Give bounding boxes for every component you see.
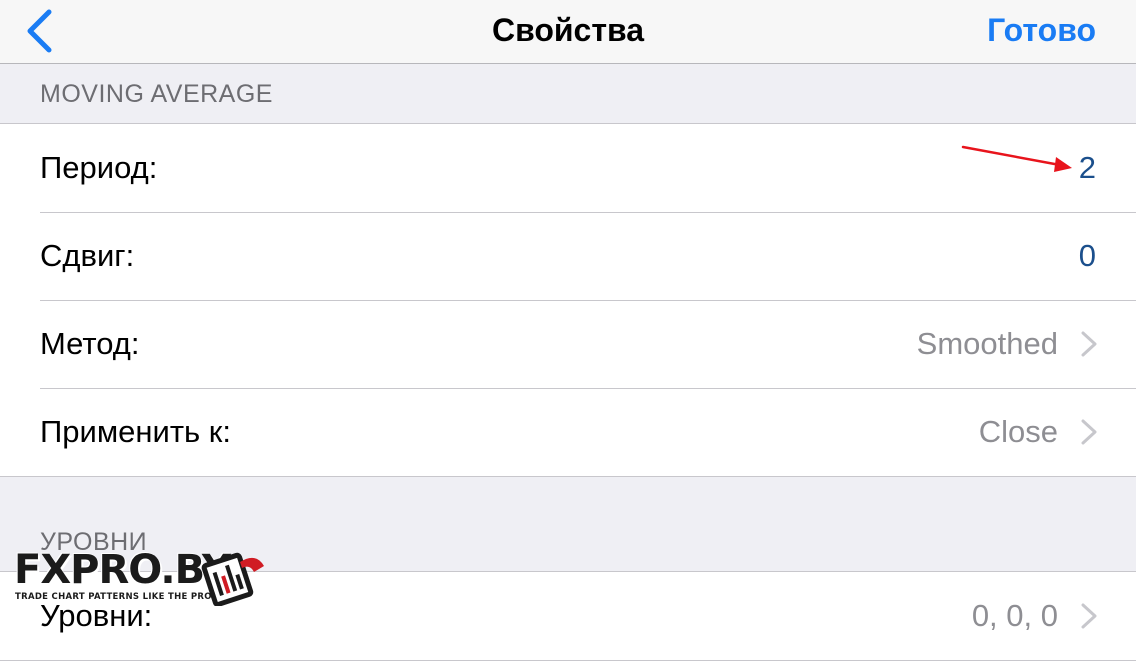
- chevron-right-icon: [1081, 419, 1097, 445]
- method-value: Smoothed: [916, 326, 1058, 361]
- levels-value: 0, 0, 0: [971, 598, 1058, 633]
- page-title: Свойства: [491, 12, 645, 48]
- shift-value[interactable]: 0: [1079, 212, 1096, 300]
- row-label: Период:: [40, 150, 158, 185]
- levels-group: Уровни: 0, 0, 0: [0, 571, 1136, 661]
- row-label: Уровни:: [40, 598, 153, 633]
- row-label: Применить к:: [40, 414, 231, 449]
- row-method[interactable]: Метод: Smoothed: [0, 300, 1136, 388]
- period-value[interactable]: 2: [1079, 124, 1096, 212]
- back-button[interactable]: [14, 6, 64, 56]
- row-apply-to[interactable]: Применить к: Close: [0, 388, 1136, 476]
- row-levels[interactable]: Уровни: 0, 0, 0: [0, 572, 1136, 660]
- section-header-moving-average: MOVING AVERAGE: [40, 80, 273, 108]
- chevron-left-icon: [27, 9, 52, 53]
- annotation-arrow-icon: [961, 145, 1072, 172]
- chevron-right-icon: [1081, 603, 1097, 629]
- row-shift[interactable]: Сдвиг: 0: [0, 212, 1136, 300]
- chevron-right-icon: [1081, 331, 1097, 357]
- moving-average-group: Период: 2 Сдвиг: 0 Метод: Smoothed Приме…: [0, 123, 1136, 477]
- row-label: Сдвиг:: [40, 238, 135, 273]
- navigation-bar: Свойства Готово: [0, 0, 1136, 64]
- row-label: Метод:: [40, 326, 140, 361]
- done-button[interactable]: Готово: [987, 12, 1096, 49]
- section-header-levels: УРОВНИ: [40, 528, 148, 556]
- apply-to-value: Close: [978, 414, 1058, 449]
